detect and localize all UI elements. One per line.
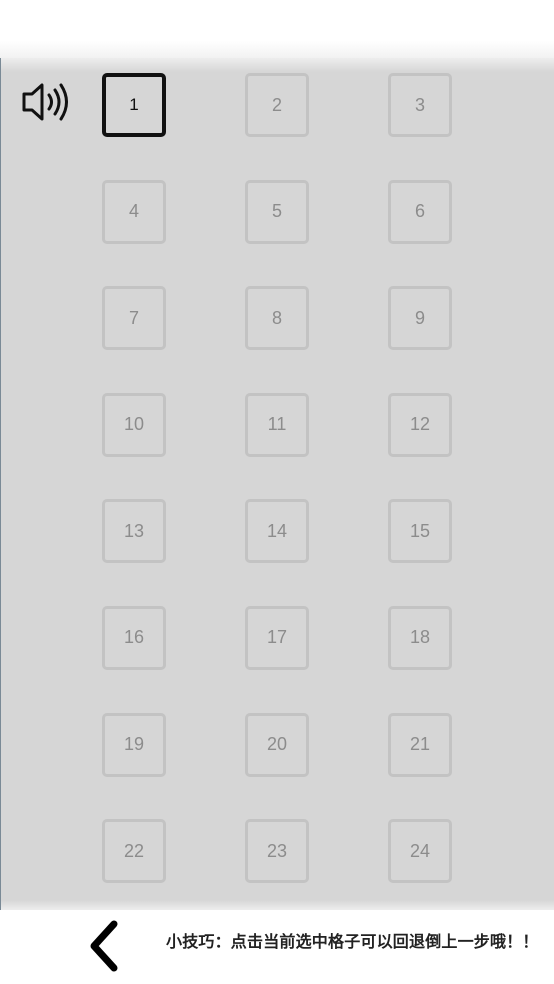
level-cell-7[interactable]: 7 xyxy=(102,286,166,351)
level-cell-15[interactable]: 15 xyxy=(388,499,452,564)
bottom-bar: 小技巧：点击当前选中格子可以回退倒上一步哦！！ xyxy=(0,910,554,984)
level-grid: 1 2 3 4 5 6 7 8 9 10 11 12 13 14 15 16 17 18 19 20 21 22 23 24 xyxy=(102,73,452,884)
board-bottom-shadow xyxy=(1,900,554,910)
level-cell-16[interactable]: 16 xyxy=(102,605,166,670)
level-cell-11[interactable]: 11 xyxy=(245,392,309,457)
level-cell-9[interactable]: 9 xyxy=(388,286,452,351)
level-cell-5[interactable]: 5 xyxy=(245,179,309,244)
level-cell-13[interactable]: 13 xyxy=(102,499,166,564)
level-cell-4[interactable]: 4 xyxy=(102,179,166,244)
level-cell-18[interactable]: 18 xyxy=(388,605,452,670)
level-cell-1[interactable]: 1 xyxy=(102,73,166,137)
level-cell-12[interactable]: 12 xyxy=(388,392,452,457)
back-button[interactable] xyxy=(84,916,124,972)
level-cell-3[interactable]: 3 xyxy=(388,73,452,137)
level-cell-2[interactable]: 2 xyxy=(245,73,309,137)
level-cell-8[interactable]: 8 xyxy=(245,286,309,351)
chevron-left-icon xyxy=(90,920,118,972)
level-cell-20[interactable]: 20 xyxy=(245,712,309,777)
level-cell-14[interactable]: 14 xyxy=(245,499,309,564)
level-cell-10[interactable]: 10 xyxy=(102,392,166,457)
level-cell-19[interactable]: 19 xyxy=(102,712,166,777)
level-cell-23[interactable]: 23 xyxy=(245,819,309,884)
level-cell-6[interactable]: 6 xyxy=(388,179,452,244)
top-bar xyxy=(0,0,554,58)
level-cell-22[interactable]: 22 xyxy=(102,819,166,884)
level-cell-17[interactable]: 17 xyxy=(245,605,309,670)
board-top-shadow xyxy=(1,58,554,72)
tip-text: 小技巧：点击当前选中格子可以回退倒上一步哦！！ xyxy=(166,932,539,951)
level-cell-24[interactable]: 24 xyxy=(388,819,452,884)
game-screen: 1 2 3 4 5 6 7 8 9 10 11 12 13 14 15 16 17 18 19 20 21 22 23 24 … xyxy=(0,0,554,984)
sound-toggle-button[interactable] xyxy=(20,80,74,124)
level-cell-21[interactable]: 21 xyxy=(388,712,452,777)
speaker-volume-icon xyxy=(22,83,68,121)
